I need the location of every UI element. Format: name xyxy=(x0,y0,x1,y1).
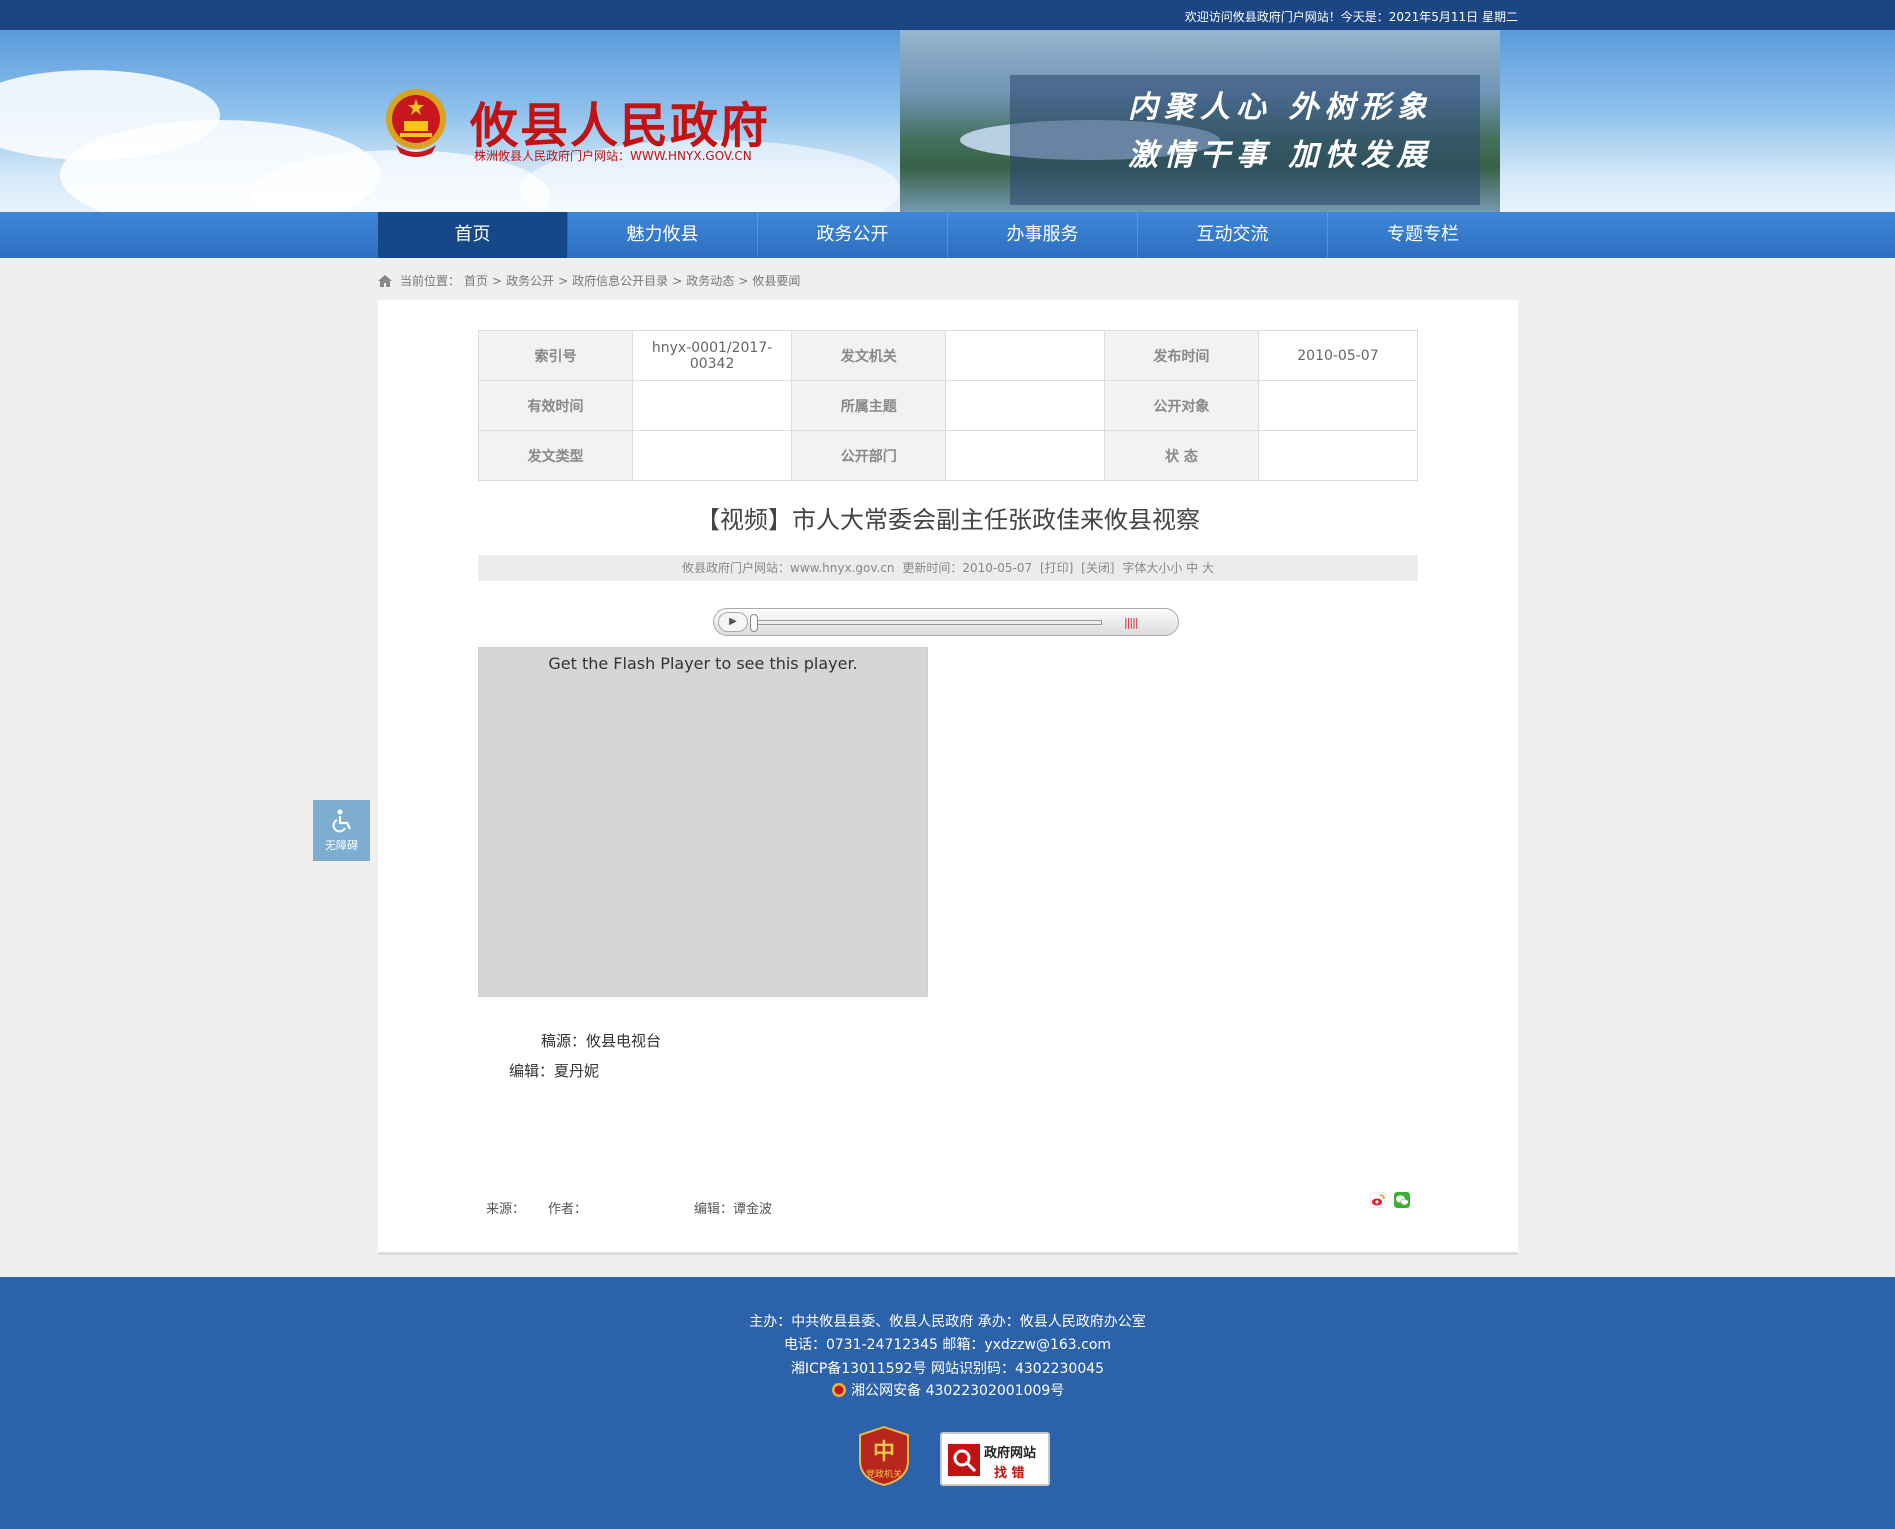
breadcrumb-item[interactable]: 政务动态 xyxy=(686,272,734,289)
article-info-bar: 攸县政府门户网站：www.hnyx.gov.cn 更新时间：2010-05-07… xyxy=(478,555,1418,581)
meta-label: 发布时间 xyxy=(1103,330,1259,381)
site-title[interactable]: 攸县人民政府 xyxy=(470,86,770,156)
nav-item-interaction[interactable]: 互动交流 xyxy=(1138,212,1328,258)
flash-notice[interactable]: Get the Flash Player to see this player. xyxy=(479,654,927,673)
breadcrumb-separator: > xyxy=(738,273,749,288)
breadcrumb-prefix: 当前位置： xyxy=(400,274,461,288)
site-subtitle: 株洲攸县人民政府门户网站：WWW.HNYX.GOV.CN xyxy=(474,149,752,163)
table-row: 发文类型 公开部门 状 态 xyxy=(478,430,1419,481)
meta-label: 发文机关 xyxy=(791,330,947,381)
police-badge-icon xyxy=(831,1383,846,1397)
wheelchair-icon xyxy=(332,809,351,833)
meta-value xyxy=(1257,380,1419,431)
error-badge-line-2: 找 错 xyxy=(994,1466,1025,1481)
gov-site-error-report-badge[interactable]: 政府网站 找 错 xyxy=(940,1432,1050,1486)
breadcrumb: 当前位置： 首页 > 政务公开 > 政府信息公开目录 > 政务动态 > 攸县要闻 xyxy=(378,272,804,289)
content-panel: 索引号 hnyx-0001/2017-00342 发文机关 发布时间 2010-… xyxy=(378,300,1518,1255)
meta-author: 作者： xyxy=(548,1202,588,1217)
party-badge-label: 党政机关 xyxy=(866,1468,902,1480)
font-size-switch[interactable]: 字体大小小 中 大 xyxy=(1122,561,1214,575)
meta-label: 发文类型 xyxy=(478,430,633,481)
table-row: 有效时间 所属主题 公开对象 xyxy=(478,380,1419,431)
volume-icon[interactable]: ||||| xyxy=(1124,616,1138,629)
meta-label: 有效时间 xyxy=(478,380,633,431)
breadcrumb-item[interactable]: 政务公开 xyxy=(506,272,554,289)
site-footer: 主办：中共攸县县委、攸县人民政府 承办：攸县人民政府办公室 电话：0731-24… xyxy=(0,1277,1895,1529)
meta-source: 来源： xyxy=(486,1202,526,1217)
footer-police-record[interactable]: 湘公网安备 43022302001009号 xyxy=(0,1380,1895,1400)
meta-editor: 编辑：谭金波 xyxy=(694,1202,773,1217)
main-nav: 首页 魅力攸县 政务公开 办事服务 互动交流 专题专栏 xyxy=(0,212,1895,258)
progress-track[interactable] xyxy=(752,620,1102,625)
breadcrumb-separator: > xyxy=(558,273,569,288)
home-icon xyxy=(378,274,392,287)
meta-label: 公开对象 xyxy=(1103,380,1259,431)
breadcrumb-separator: > xyxy=(672,273,683,288)
error-badge-line-1: 政府网站 xyxy=(984,1446,1037,1461)
footer-icp[interactable]: 湘ICP备13011592号 网站识别码：4302230045 xyxy=(0,1358,1895,1378)
footer-police-text: 湘公网安备 43022302001009号 xyxy=(851,1383,1065,1399)
article-title: 【视频】市人大常委会副主任张政佳来攸县视察 xyxy=(696,506,1200,534)
table-row: 索引号 hnyx-0001/2017-00342 发文机关 发布时间 2010-… xyxy=(478,330,1419,381)
meta-label: 状 态 xyxy=(1103,430,1259,481)
footer-contact: 电话：0731-24712345 邮箱：yxdzzw@163.com xyxy=(783,1337,1112,1353)
nav-item-services[interactable]: 办事服务 xyxy=(948,212,1138,258)
breadcrumb-item[interactable]: 政府信息公开目录 xyxy=(572,272,668,289)
meta-value: 2010-05-07 xyxy=(1257,330,1419,381)
audio-player: ▶ ||||| xyxy=(713,608,1179,636)
meta-value xyxy=(945,430,1105,481)
party-gov-badge-icon[interactable]: 中 党政机关 xyxy=(858,1425,910,1487)
article-editor: 编辑：夏丹妮 xyxy=(509,1062,600,1080)
weibo-share-icon[interactable] xyxy=(1370,1192,1386,1208)
flash-player-placeholder[interactable]: Get the Flash Player to see this player. xyxy=(478,647,928,997)
breadcrumb-separator: > xyxy=(492,273,503,288)
wechat-share-icon[interactable] xyxy=(1394,1192,1410,1208)
meta-value: hnyx-0001/2017-00342 xyxy=(631,330,793,381)
slogan-line-1: 内聚人心 外树形象 xyxy=(1128,90,1433,125)
print-link[interactable]: [打印] xyxy=(1040,561,1073,575)
meta-value xyxy=(631,380,793,431)
svg-text:中: 中 xyxy=(873,1439,895,1465)
nav-item-charm[interactable]: 魅力攸县 xyxy=(568,212,758,258)
nav-item-topics[interactable]: 专题专栏 xyxy=(1328,212,1518,258)
magnifier-icon xyxy=(948,1444,980,1476)
breadcrumb-item[interactable]: 攸县要闻 xyxy=(752,272,800,289)
info-site: 攸县政府门户网站：www.hnyx.gov.cn xyxy=(682,561,895,575)
meta-value xyxy=(631,430,793,481)
info-updated: 更新时间：2010-05-07 xyxy=(902,561,1033,575)
accessibility-button[interactable]: 无障碍 xyxy=(313,800,370,861)
document-meta-table: 索引号 hnyx-0001/2017-00342 发文机关 发布时间 2010-… xyxy=(478,330,1419,481)
meta-value xyxy=(945,330,1105,381)
nav-item-home[interactable]: 首页 xyxy=(378,212,568,258)
progress-handle[interactable] xyxy=(750,614,758,632)
meta-value xyxy=(1257,430,1419,481)
top-bar: 欢迎访问攸县政府门户网站！今天是：2021年5月11日 星期二 xyxy=(0,0,1895,30)
breadcrumb-item[interactable]: 首页 xyxy=(464,272,488,289)
accessibility-label: 无障碍 xyxy=(325,839,358,852)
article-source: 稿源：攸县电视台 xyxy=(541,1032,662,1050)
header-banner: 内聚人心 外树形象 激情干事 加快发展 攸县人民政府 株洲攸县人民政府门户网站：… xyxy=(0,30,1895,212)
meta-label: 索引号 xyxy=(478,330,633,381)
nav-item-gov-affairs[interactable]: 政务公开 xyxy=(758,212,948,258)
play-button[interactable]: ▶ xyxy=(718,612,748,632)
close-link[interactable]: [关闭] xyxy=(1081,561,1114,575)
national-emblem-icon[interactable] xyxy=(382,85,450,161)
welcome-text: 欢迎访问攸县政府门户网站！今天是：2021年5月11日 星期二 xyxy=(1184,10,1518,24)
meta-label: 所属主题 xyxy=(791,380,947,431)
slogan-line-2: 激情干事 加快发展 xyxy=(1128,138,1433,173)
meta-value xyxy=(945,380,1105,431)
meta-label: 公开部门 xyxy=(791,430,947,481)
footer-sponsor: 主办：中共攸县县委、攸县人民政府 承办：攸县人民政府办公室 xyxy=(749,1314,1146,1330)
